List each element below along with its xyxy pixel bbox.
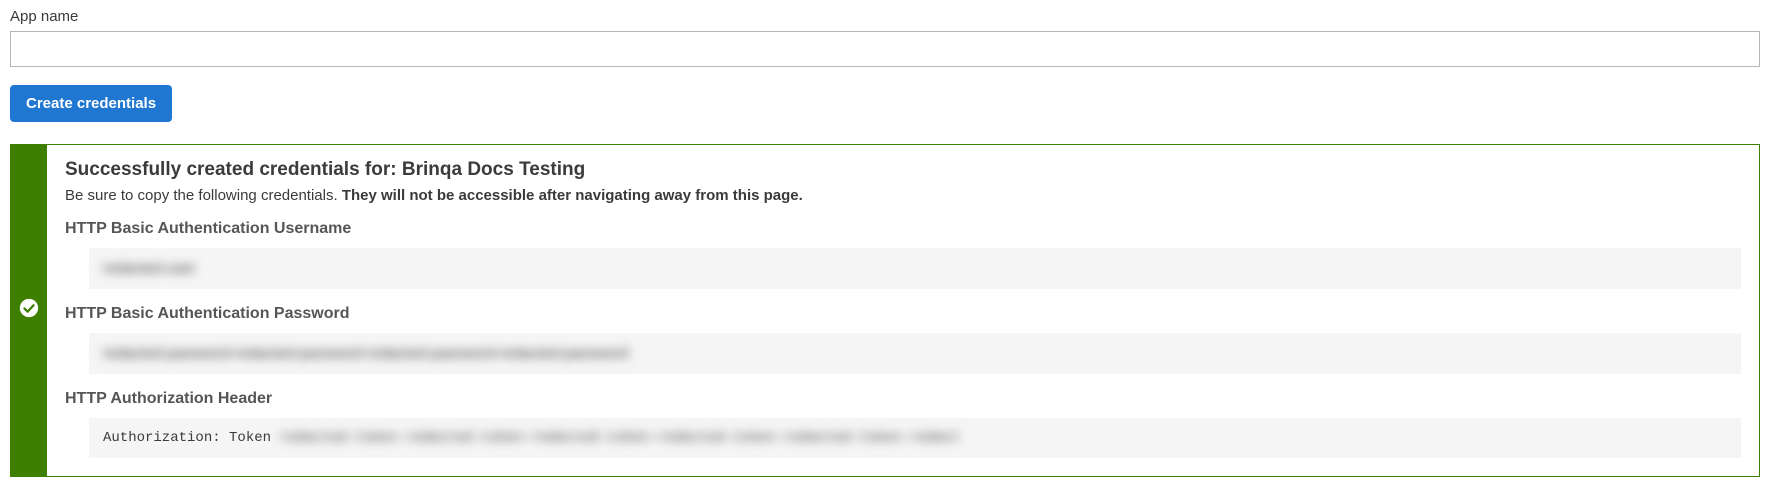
create-credentials-button[interactable]: Create credentials — [10, 85, 172, 122]
check-circle-icon — [18, 297, 40, 324]
password-label: HTTP Basic Authentication Password — [65, 305, 1741, 323]
success-sidebar — [11, 145, 47, 476]
app-name-input[interactable] — [10, 31, 1760, 67]
alert-content: Successfully created credentials for: Br… — [47, 145, 1759, 476]
header-value: redacted-token-redacted-token-redacted-t… — [279, 430, 960, 446]
alert-desc-plain: Be sure to copy the following credential… — [65, 187, 342, 204]
password-value-box: redacted-password-redacted-password-reda… — [89, 333, 1741, 374]
username-value-box: redacted-user — [89, 248, 1741, 289]
header-label: HTTP Authorization Header — [65, 390, 1741, 408]
header-value-box: Authorization: Token redacted-token-reda… — [89, 418, 1741, 458]
alert-title-appname: Brinqa Docs Testing — [402, 159, 585, 180]
alert-desc-bold: They will not be accessible after naviga… — [342, 187, 803, 204]
username-label: HTTP Basic Authentication Username — [65, 220, 1741, 238]
success-alert: Successfully created credentials for: Br… — [10, 144, 1760, 477]
header-prefix: Authorization: Token — [103, 430, 279, 446]
app-name-label: App name — [10, 8, 1760, 25]
username-value: redacted-user — [103, 260, 196, 277]
alert-title-prefix: Successfully created credentials for: — [65, 159, 402, 180]
alert-title: Successfully created credentials for: Br… — [65, 159, 1741, 181]
password-value: redacted-password-redacted-password-reda… — [103, 345, 628, 362]
alert-description: Be sure to copy the following credential… — [65, 187, 1741, 204]
